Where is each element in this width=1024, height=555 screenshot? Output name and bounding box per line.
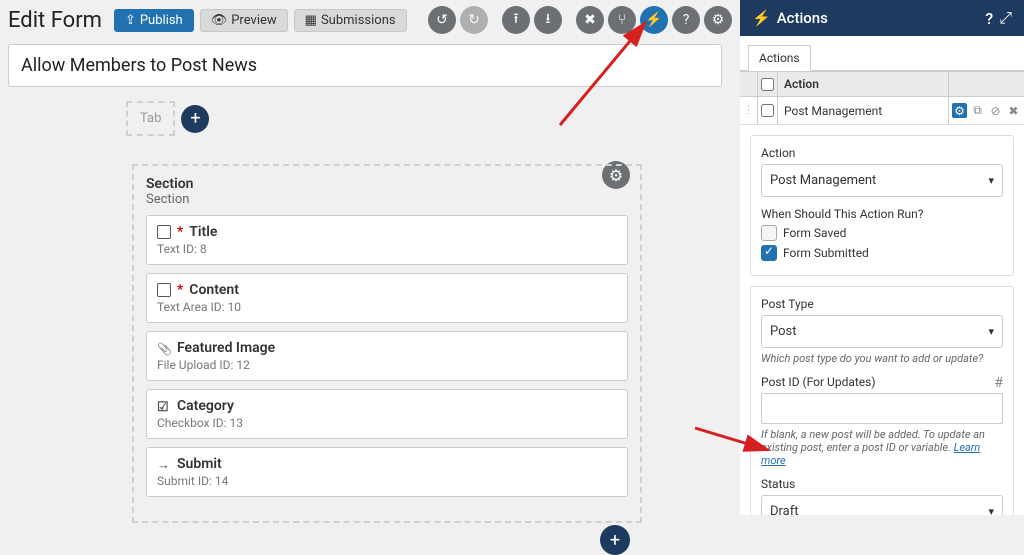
add-field-button[interactable]: + [600,525,630,555]
post-config: Post Type Post Which post type do you wa… [750,286,1014,515]
wrench-icon: ✖ [584,12,596,28]
checkbox-icon [157,399,171,413]
row-checkbox[interactable] [761,104,774,117]
topbar: Edit Form ⇪ Publish 👁 Preview ▦ Submissi… [8,6,732,34]
action-config: Action Post Management When Should This … [750,135,1014,276]
clip-icon [157,341,171,355]
import-button[interactable]: ⭳ [534,6,562,34]
drag-handle-icon[interactable]: ⋮ [740,97,758,124]
field-content[interactable]: * Content Text Area ID: 10 [146,273,628,323]
table-icon: ▦ [305,13,317,28]
add-tab-button[interactable]: + [181,105,209,133]
post-type-label: Post Type [761,297,1003,311]
misc-group: ✖ ⑂ ⚡ ? ⚙ [576,6,732,34]
section-sub: Section [146,192,628,207]
field-title[interactable]: * Title Text ID: 8 [146,215,628,265]
action-label: Action [761,146,1003,160]
export-button[interactable]: ⭱ [502,6,530,34]
help-icon: ? [683,12,690,28]
settings-button[interactable]: ⚙ [704,6,732,34]
publish-button[interactable]: ⇪ Publish [114,9,194,32]
logic-button[interactable]: ⑂ [608,6,636,34]
bolt-icon: ⚡ [645,12,662,28]
when-run: When Should This Action Run? Form Saved … [761,207,1003,261]
caret-icon [988,324,994,339]
row-settings-icon[interactable]: ⚙ [952,103,967,118]
branch-icon: ⑂ [618,12,626,28]
preview-button[interactable]: 👁 Preview [200,9,288,32]
submit-icon [157,457,171,471]
post-type-hint: Which post type do you want to add or up… [761,352,1003,365]
tab-placeholder[interactable]: Tab [126,101,175,136]
undo-button[interactable]: ↺ [428,6,456,34]
select-all-checkbox[interactable] [761,78,774,91]
gear-icon: ⚙ [712,12,725,28]
required-star: * [177,224,183,240]
actions-panel: ⚡ Actions ? ⤢ Actions Action ⋮ Post Mana… [740,0,1024,515]
redo-button[interactable]: ↻ [460,6,488,34]
checkbox-submitted[interactable] [761,245,777,261]
page-title: Edit Form [8,8,102,33]
caret-icon [988,504,994,515]
field-category[interactable]: Category Checkbox ID: 13 [146,389,628,439]
actions-button[interactable]: ⚡ [640,6,668,34]
field-submit[interactable]: Submit Submit ID: 14 [146,447,628,497]
post-id-input[interactable] [761,393,1003,424]
panel-header: ⚡ Actions ? ⤢ [740,0,1024,36]
history-group: ↺ ↻ [428,6,488,34]
actions-table-header: Action [740,71,1024,97]
row-duplicate-icon[interactable]: ⧉ [970,103,985,118]
post-type-select[interactable]: Post [761,315,1003,348]
caret-icon [988,173,994,188]
undo-icon: ↺ [436,12,448,28]
panel-help-icon[interactable]: ? [985,9,993,28]
redo-icon: ↻ [468,12,480,28]
submissions-button[interactable]: ▦ Submissions [294,9,407,32]
when-submitted-row[interactable]: Form Submitted [761,245,1003,261]
action-row[interactable]: ⋮ Post Management ⚙ ⧉ ⊘ ✖ [740,97,1024,125]
panel-tabs: Actions [740,36,1024,71]
panel-body: Action Post Management When Should This … [740,125,1024,515]
status-label: Status [761,477,1003,491]
post-id-label: Post ID (For Updates) # [761,375,1003,389]
when-saved-row[interactable]: Form Saved [761,225,1003,241]
row-disable-icon[interactable]: ⊘ [988,103,1003,118]
eye-icon: 👁 [211,13,228,28]
tools-button[interactable]: ✖ [576,6,604,34]
tab-actions[interactable]: Actions [748,45,811,71]
row-delete-icon[interactable]: ✖ [1006,103,1021,118]
section-box: Section Section * Title Text ID: 8 * Con… [132,164,642,523]
import-icon: ⭳ [546,8,551,32]
text-icon [157,225,171,239]
main-editor: Edit Form ⇪ Publish 👁 Preview ▦ Submissi… [0,0,740,515]
hash-icon: # [994,375,1003,391]
canvas: ⚙ Section Section * Title Text ID: 8 * C… [14,164,732,523]
upload-icon: ⇪ [125,13,136,28]
export-icon: ⭱ [514,8,519,32]
field-featured-image[interactable]: Featured Image File Upload ID: 12 [146,331,628,381]
checkbox-saved[interactable] [761,225,777,241]
bolt-icon: ⚡ [752,9,771,27]
io-group: ⭱ ⭳ [502,6,562,34]
required-star: * [177,282,183,298]
help-button[interactable]: ? [672,6,700,34]
tabs-row: Tab + [126,101,732,136]
form-title-input[interactable] [8,44,722,87]
post-id-hint: If blank, a new post will be added. To u… [761,428,1003,467]
action-select[interactable]: Post Management [761,164,1003,197]
status-select[interactable]: Draft [761,495,1003,515]
expand-icon[interactable]: ⤢ [999,8,1012,28]
textarea-icon [157,283,171,297]
section-heading: Section [146,176,628,192]
